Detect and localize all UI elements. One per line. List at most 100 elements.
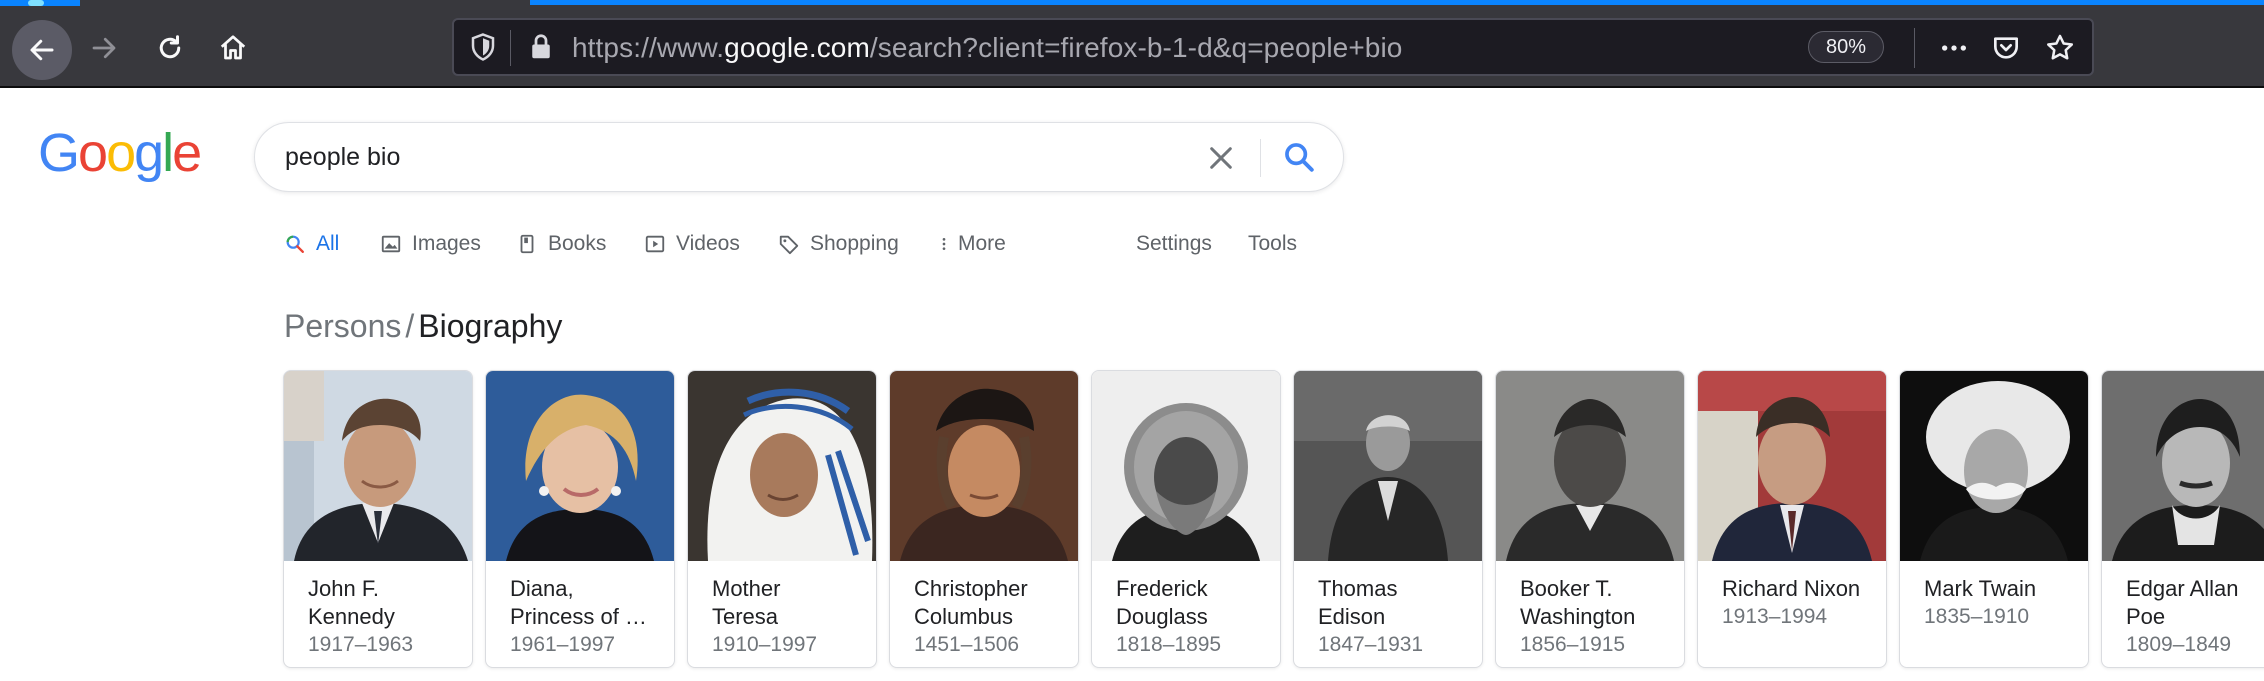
search-input[interactable]: people bio	[285, 143, 400, 172]
tab-shopping[interactable]: Shopping	[778, 232, 899, 256]
reload-icon	[159, 35, 181, 59]
back-button[interactable]	[12, 20, 72, 80]
name-line: Diana,	[510, 576, 574, 601]
reload-button[interactable]	[142, 20, 198, 76]
person-photo	[284, 371, 472, 561]
person-years: 1451–1506	[914, 633, 1020, 656]
name-line: Thomas	[1318, 576, 1398, 601]
portrait-image	[486, 371, 674, 561]
name-line: Kennedy	[308, 604, 395, 629]
portrait-image	[2102, 371, 2264, 561]
logo-letter: e	[172, 123, 202, 183]
person-years: 1917–1963	[308, 633, 414, 656]
url-divider	[1914, 28, 1915, 68]
person-card[interactable]: Booker T. Washington 1856–1915	[1495, 370, 1685, 668]
home-button[interactable]	[205, 20, 261, 76]
person-card[interactable]: Richard Nixon 1913–1994	[1697, 370, 1887, 668]
person-years: 1961–1997	[510, 633, 616, 656]
name-line: Mark Twain	[1924, 576, 2037, 601]
person-photo	[486, 371, 674, 561]
name-line: Frederick	[1116, 576, 1208, 601]
page-load-progress	[530, 0, 2264, 5]
person-card[interactable]: Diana, Princess of … 1961–1997	[485, 370, 675, 668]
portrait-image	[1294, 371, 1482, 561]
person-name: Booker T. Washington	[1520, 575, 1670, 631]
person-years: 1856–1915	[1520, 633, 1626, 656]
person-years: 1835–1910	[1924, 605, 2030, 628]
heading-title: Biography	[418, 308, 563, 344]
tab-images[interactable]: Images	[380, 232, 481, 256]
person-photo	[2102, 371, 2264, 561]
tab-label: Shopping	[810, 232, 899, 255]
person-card[interactable]: Thomas Edison 1847–1931	[1293, 370, 1483, 668]
person-photo	[890, 371, 1078, 561]
forward-button[interactable]	[76, 20, 132, 76]
name-line: Christopher	[914, 576, 1028, 601]
tab-books[interactable]: Books	[516, 232, 606, 256]
person-name: Mother Teresa	[712, 575, 862, 631]
person-card[interactable]: John F. Kennedy 1917–1963	[283, 370, 473, 668]
google-logo[interactable]: Google	[38, 123, 202, 183]
bookmark-star-icon[interactable]	[2044, 32, 2076, 64]
tab-label: Settings	[1136, 232, 1212, 255]
tab-more[interactable]: More	[936, 232, 1006, 256]
vertical-dots-icon	[942, 238, 946, 250]
person-name: Christopher Columbus	[914, 575, 1064, 631]
tab-label: Books	[548, 232, 607, 255]
person-years: 1913–1994	[1722, 605, 1828, 628]
search-box[interactable]: people bio	[254, 122, 1344, 192]
url-divider	[510, 30, 511, 66]
portrait-image	[1900, 371, 2088, 561]
portrait-image	[284, 371, 472, 561]
person-photo	[1092, 371, 1280, 561]
breadcrumb-persons[interactable]: Persons	[284, 308, 401, 344]
tab-all[interactable]: All	[284, 232, 339, 256]
tab-label: All	[316, 232, 340, 255]
search-divider	[1260, 139, 1261, 177]
tab-indicator	[0, 0, 80, 6]
person-card[interactable]: Christopher Columbus 1451–1506	[889, 370, 1079, 668]
portrait-image	[688, 371, 876, 561]
more-actions-icon[interactable]	[1938, 32, 1970, 64]
logo-letter: o	[106, 123, 136, 183]
tab-settings[interactable]: Settings	[1136, 232, 1212, 256]
portrait-image	[1698, 371, 1886, 561]
name-line: Columbus	[914, 604, 1014, 629]
person-name: Diana, Princess of …	[510, 575, 660, 631]
url-bar[interactable]: https://www.google.com/search?client=fir…	[452, 18, 2094, 76]
person-photo	[1698, 371, 1886, 561]
person-photo	[1294, 371, 1482, 561]
person-photo	[688, 371, 876, 561]
url-text[interactable]: https://www.google.com/search?client=fir…	[572, 32, 1402, 64]
carousel-heading: Persons / Biography	[284, 308, 562, 345]
person-name: Mark Twain	[1924, 575, 2074, 603]
tag-icon	[779, 235, 799, 255]
tab-tools[interactable]: Tools	[1248, 232, 1297, 256]
search-icon[interactable]	[1282, 140, 1316, 174]
name-line: Douglass	[1116, 604, 1208, 629]
person-card[interactable]: Mother Teresa 1910–1997	[687, 370, 877, 668]
name-line: Teresa	[712, 604, 779, 629]
image-icon	[381, 235, 401, 253]
person-name: Thomas Edison	[1318, 575, 1468, 631]
lock-icon[interactable]	[526, 32, 556, 62]
portrait-image	[890, 371, 1078, 561]
name-line: Washington	[1520, 604, 1636, 629]
zoom-level-button[interactable]: 80%	[1808, 31, 1884, 63]
name-line: Poe	[2126, 604, 2166, 629]
person-years: 1847–1931	[1318, 633, 1424, 656]
person-card[interactable]: Edgar Allan Poe 1809–1849	[2101, 370, 2264, 668]
tab-videos[interactable]: Videos	[644, 232, 740, 256]
arrow-right-icon	[92, 37, 116, 59]
portrait-image	[1092, 371, 1280, 561]
person-card[interactable]: Mark Twain 1835–1910	[1899, 370, 2089, 668]
tab-label: Videos	[676, 232, 740, 255]
person-years: 1910–1997	[712, 633, 818, 656]
pocket-icon[interactable]	[1990, 32, 2022, 64]
clear-search-icon[interactable]	[1205, 142, 1237, 174]
logo-letter: G	[38, 123, 80, 183]
shield-icon[interactable]	[468, 32, 498, 62]
person-years: 1818–1895	[1116, 633, 1222, 656]
person-card[interactable]: Frederick Douglass 1818–1895	[1091, 370, 1281, 668]
search-icon	[286, 235, 304, 253]
